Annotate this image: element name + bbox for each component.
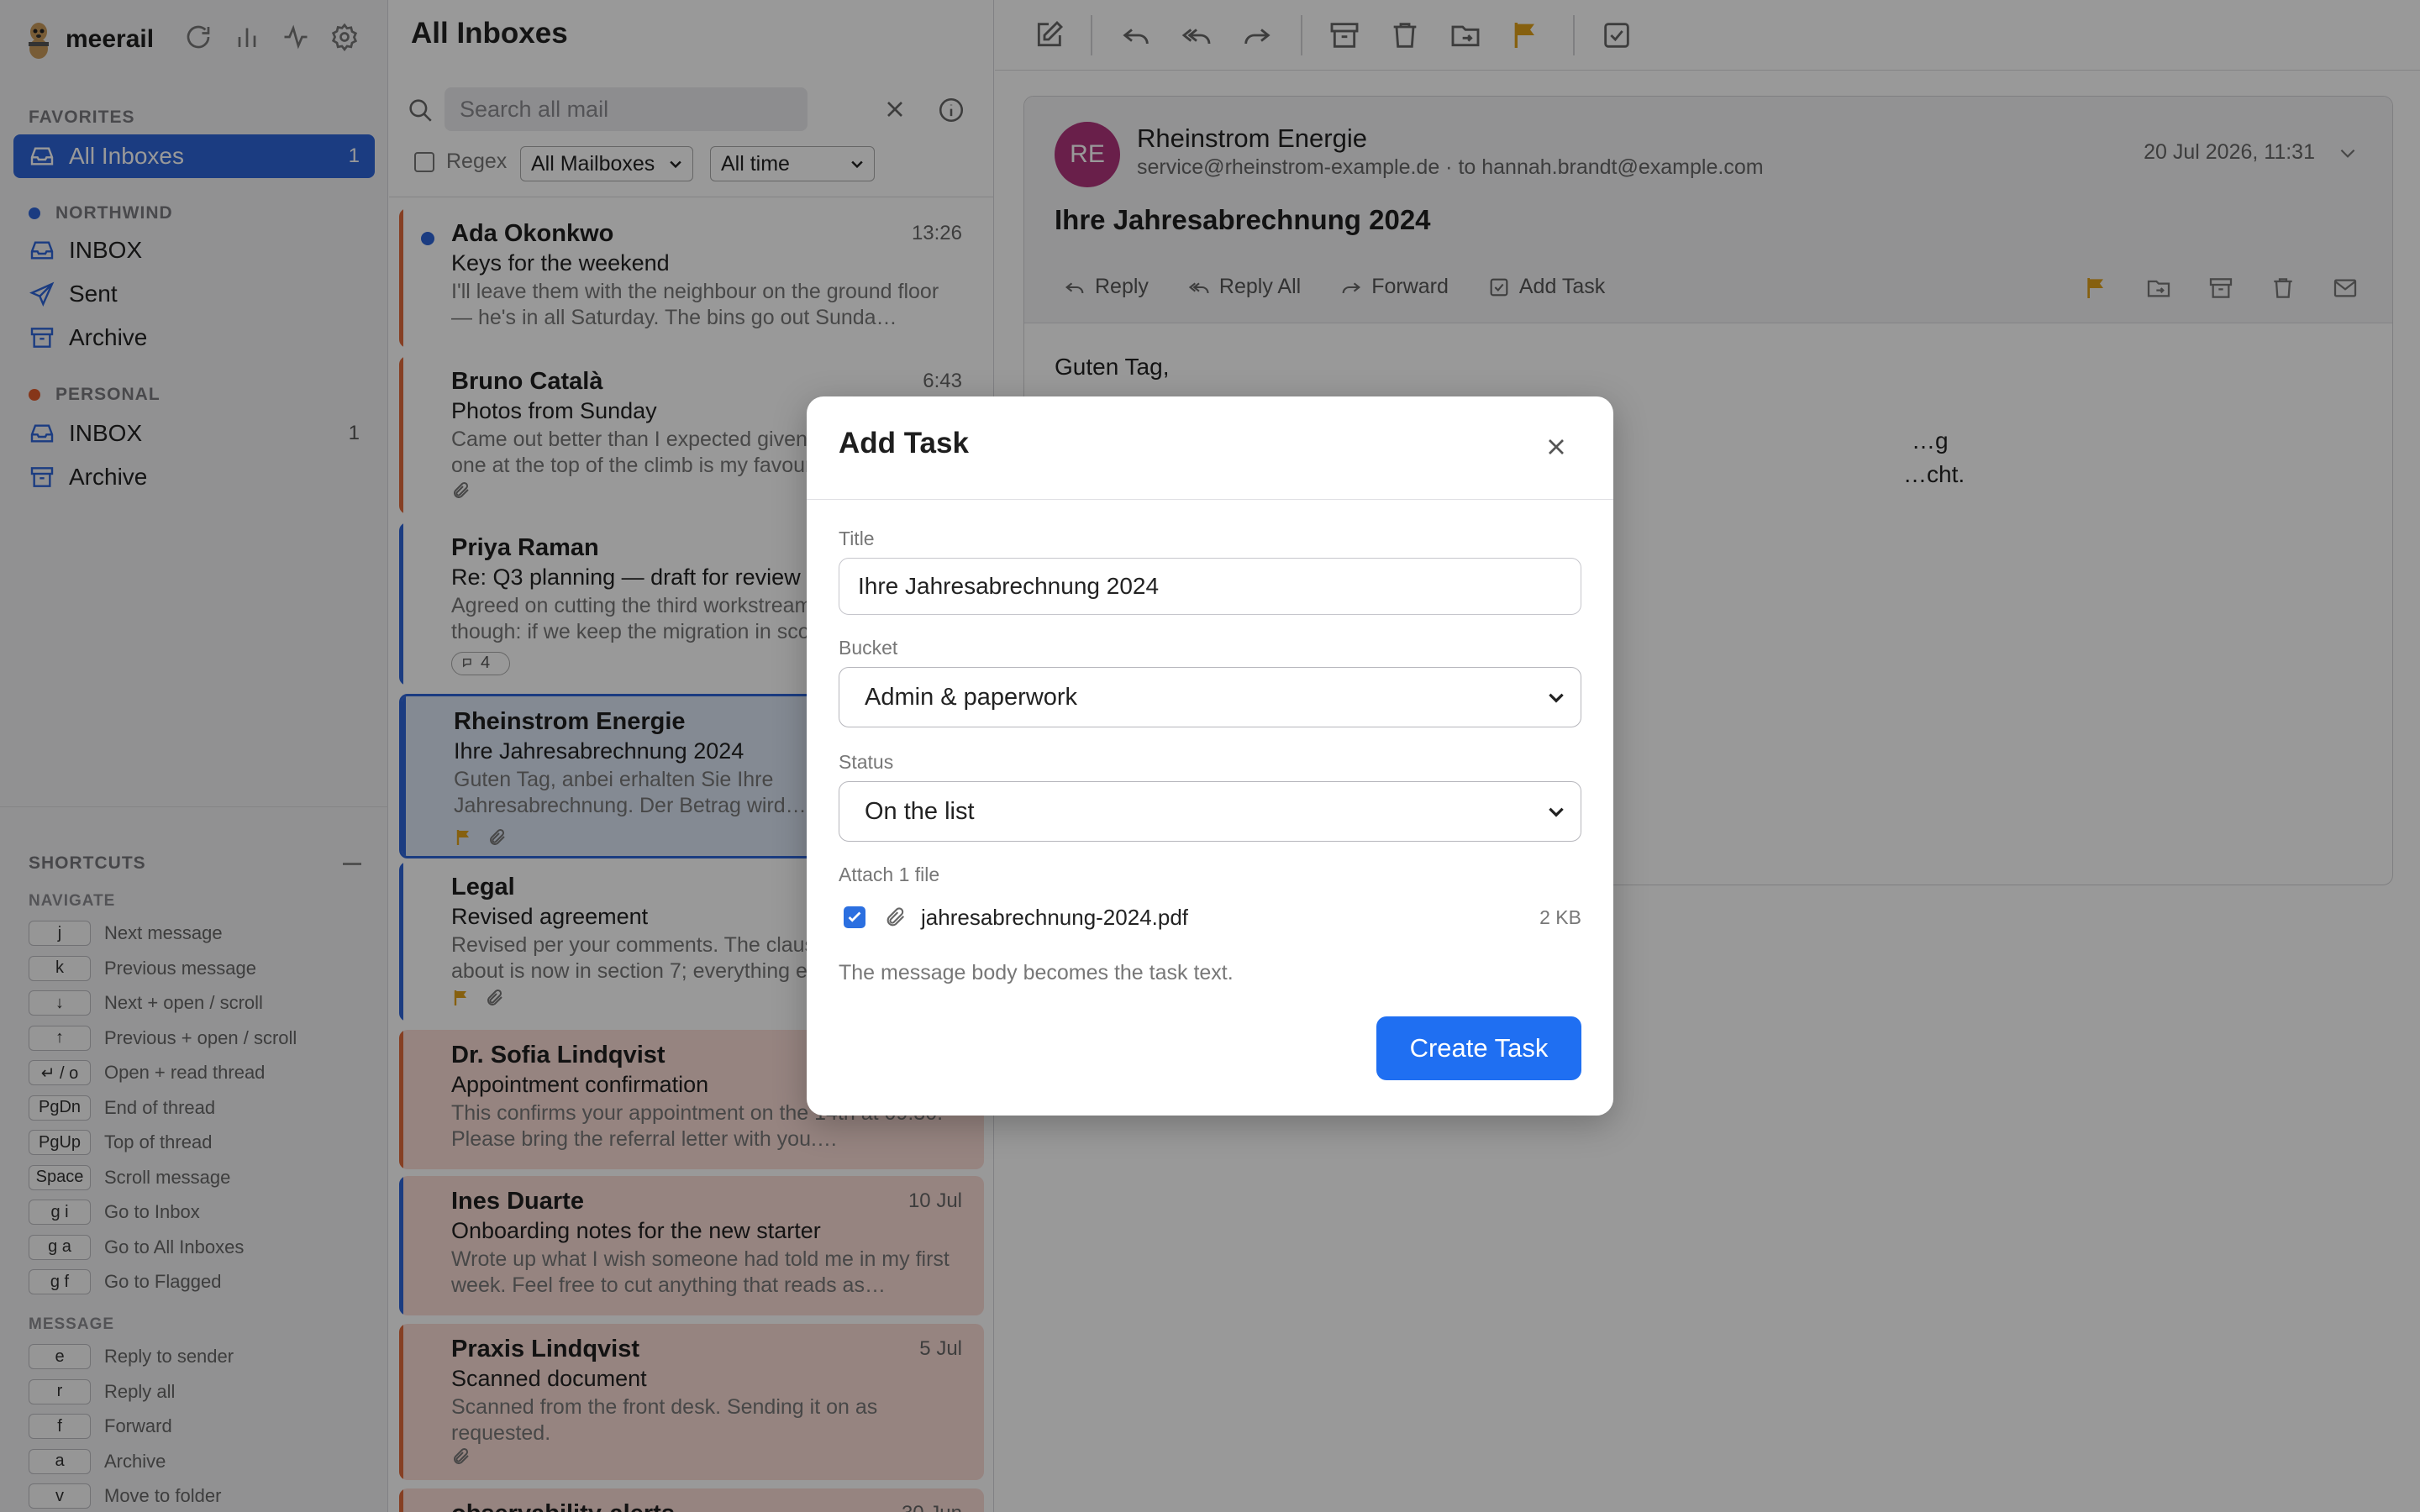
bucket-value: Admin & paperwork xyxy=(865,683,1078,711)
status-field-label: Status xyxy=(839,751,894,773)
attachment-row[interactable]: jahresabrechnung-2024.pdf 2 KB xyxy=(844,900,1581,934)
status-value: On the list xyxy=(865,797,975,825)
attachment-checkbox[interactable] xyxy=(844,906,865,928)
attachment-name: jahresabrechnung-2024.pdf xyxy=(921,904,1189,930)
dialog-title: Add Task xyxy=(839,427,969,459)
title-field[interactable]: Ihre Jahresabrechnung 2024 xyxy=(839,558,1581,615)
chevron-down-icon xyxy=(1545,801,1567,822)
divider xyxy=(807,499,1613,500)
paperclip-icon xyxy=(884,906,908,929)
attach-label: Attach 1 file xyxy=(839,864,940,885)
close-icon[interactable] xyxy=(1543,433,1570,460)
bucket-select[interactable]: Admin & paperwork xyxy=(839,667,1581,727)
attachment-size: 2 KB xyxy=(1539,906,1581,928)
helper-note: The message body becomes the task text. xyxy=(839,961,1234,984)
chevron-down-icon xyxy=(1545,686,1567,708)
status-select[interactable]: On the list xyxy=(839,781,1581,842)
create-task-button[interactable]: Create Task xyxy=(1376,1016,1581,1080)
add-task-dialog: Add Task Title Ihre Jahresabrechnung 202… xyxy=(807,396,1613,1116)
bucket-field-label: Bucket xyxy=(839,637,898,659)
title-field-label: Title xyxy=(839,528,875,549)
